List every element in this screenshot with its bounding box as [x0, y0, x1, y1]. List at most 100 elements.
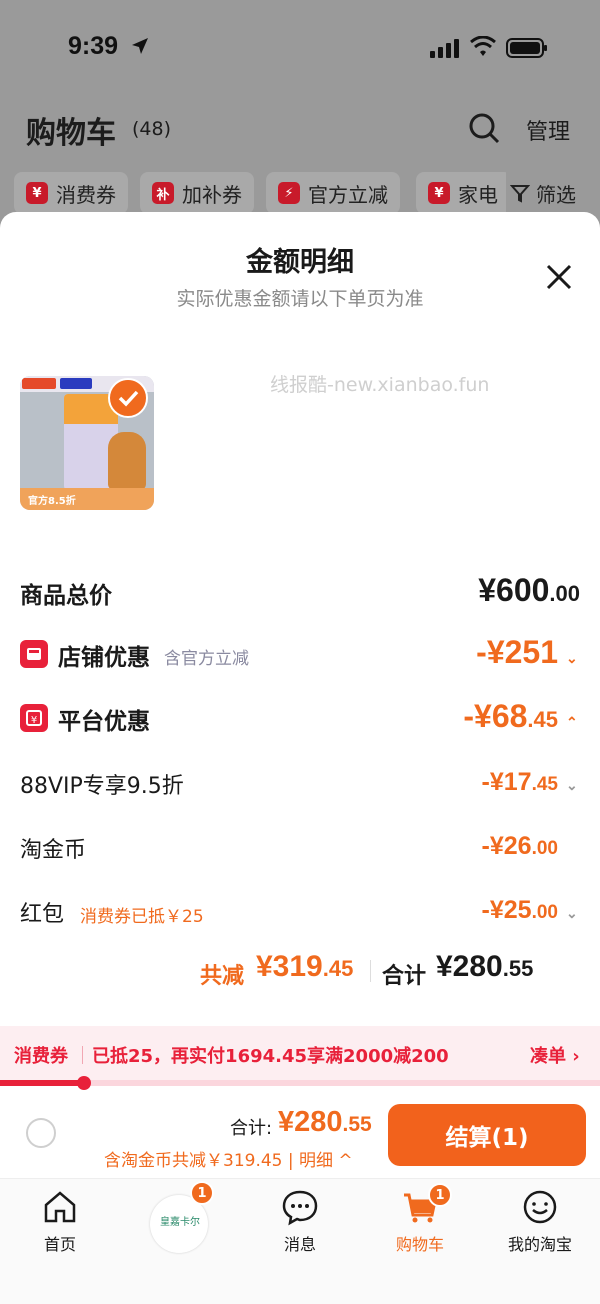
- tab-cart[interactable]: 购物车: [360, 1187, 480, 1257]
- amount-cents: .45: [322, 956, 354, 981]
- row-label: 平台优惠: [58, 709, 150, 735]
- row-88vip[interactable]: 88VIP专享9.5折 -¥17 .45 ⌄: [20, 764, 580, 804]
- watermark: 线报酷-new.xianbao.fun: [270, 374, 490, 396]
- coupon-icon: ¥: [26, 182, 48, 204]
- row-label: 店铺优惠: [58, 645, 150, 671]
- coupon-bar[interactable]: 消费券 已抵25，再实付1694.45享满2000减200 凑单 ›: [0, 1026, 600, 1082]
- filter-chip-official-discount[interactable]: ⚡ 官方立减: [266, 172, 400, 214]
- subsidy-icon: 补: [152, 182, 174, 204]
- page-title: 购物车: [26, 116, 116, 151]
- chip-label: 官方立减: [308, 182, 388, 207]
- tab-home[interactable]: 首页: [0, 1187, 120, 1257]
- tab-messages[interactable]: 消息: [240, 1187, 360, 1257]
- chevron-up-icon: ⌃: [566, 714, 578, 730]
- checkout-button[interactable]: 结算(1): [388, 1104, 586, 1166]
- tab-label: 首页: [43, 1235, 76, 1254]
- row-total-price: 商品总价 ¥600 .00: [20, 572, 580, 612]
- tab-my-taobao[interactable]: 我的淘宝: [480, 1187, 600, 1257]
- discount-detail-link[interactable]: 含淘金币共减￥319.45 | 明细 ^: [104, 1146, 353, 1171]
- add-items-link[interactable]: 凑单 ›: [530, 1042, 580, 1068]
- amount-main: -¥68: [463, 698, 528, 734]
- cart-badge: 1: [428, 1183, 452, 1207]
- chip-label: 消费券: [56, 182, 116, 207]
- coupon-progress-bar: [0, 1076, 600, 1090]
- status-time: 9:39: [68, 32, 119, 60]
- amount-main: ¥600: [478, 572, 550, 608]
- row-red-packet[interactable]: 红包 消费券已抵￥25 -¥25 .00 ⌄: [20, 892, 580, 932]
- selected-check-icon[interactable]: [108, 378, 148, 418]
- battery-icon: [506, 38, 547, 58]
- coupon-progress-knob: [77, 1076, 91, 1090]
- amount-cents: .55: [502, 956, 534, 981]
- funnel-icon: [510, 185, 530, 203]
- chip-label: 加补券: [182, 182, 242, 207]
- amount-main: ¥319: [256, 950, 323, 983]
- select-all-checkbox[interactable]: [26, 1118, 56, 1148]
- amount-cents: .00: [531, 838, 558, 859]
- filter-chip-consumer-coupon[interactable]: ¥ 消费券: [14, 172, 128, 214]
- thumb-discount-text: 官方8.5折: [28, 496, 76, 507]
- row-amount: -¥25 .00 ⌄: [482, 896, 580, 925]
- thumb-discount-strip: 官方8.5折: [20, 488, 154, 510]
- chip-label: 家电: [458, 182, 498, 207]
- signal-icon: [430, 39, 459, 58]
- filter-row: ¥ 消费券 补 加补券 ⚡ 官方立减 ¥ 家电 筛选: [0, 172, 600, 216]
- filter-chip-subsidy-coupon[interactable]: 补 加补券: [140, 172, 254, 214]
- total-save-amount: ¥319.45: [256, 950, 353, 984]
- tab-bar: 首页 皇嘉卡尔 1 消息 购物车 1 我的淘宝: [0, 1178, 600, 1304]
- sheet-title: 金额明细: [246, 247, 354, 278]
- lightning-icon: ⚡: [278, 182, 300, 204]
- total-sum-amount: ¥280.55: [436, 950, 533, 984]
- manage-button[interactable]: 管理: [526, 114, 570, 146]
- sheet-subtitle: 实际优惠金额请以下单页为准: [176, 288, 424, 310]
- amount-cents: .45: [527, 707, 558, 732]
- coupon-icon: ¥: [428, 182, 450, 204]
- search-icon[interactable]: [468, 112, 500, 144]
- row-taojinbi: 淘金币 -¥26 .00: [20, 828, 580, 868]
- filter-label: 筛选: [536, 182, 576, 207]
- coupon-text: 已抵25，再实付1694.45享满2000减200: [92, 1046, 449, 1067]
- sum-label: 合计:: [230, 1118, 273, 1139]
- filter-button[interactable]: 筛选: [506, 172, 576, 214]
- row-label: 淘金币: [20, 838, 87, 863]
- row-amount: -¥26 .00: [482, 832, 558, 861]
- row-amount: -¥68 .45 ⌃: [463, 698, 580, 735]
- amount-main: -¥25: [481, 896, 532, 924]
- tab-label: 我的淘宝: [507, 1235, 572, 1254]
- cat-image: [108, 432, 146, 490]
- row-note: 消费券已抵￥25: [80, 907, 204, 927]
- sum-amount: ¥280.55: [278, 1106, 372, 1139]
- amount-main: -¥251: [476, 634, 558, 670]
- totals-line: 共减 ¥319.45 合计 ¥280.55: [0, 950, 600, 990]
- amount-cents: .00: [549, 581, 580, 606]
- row-label: 红包: [20, 902, 65, 927]
- store-icon: [20, 640, 48, 668]
- close-icon[interactable]: [544, 262, 574, 292]
- wifi-icon: [470, 36, 496, 56]
- cart-count: (48): [132, 118, 172, 140]
- row-store-discount[interactable]: 店铺优惠 含官方立减 -¥251 ⌄: [20, 634, 580, 674]
- amount-main: ¥280: [278, 1106, 343, 1138]
- amount-detail-sheet: 金额明细 实际优惠金额请以下单页为准 线报酷-new.xianbao.fun 官…: [0, 212, 600, 1304]
- chevron-down-icon: ⌄: [566, 905, 578, 921]
- row-note: 含官方立减: [164, 649, 249, 669]
- divider: [370, 960, 371, 982]
- row-amount: ¥600 .00: [478, 572, 580, 609]
- row-label: 88VIP专享9.5折: [20, 774, 184, 799]
- filter-chip-appliance[interactable]: ¥ 家电: [416, 172, 512, 214]
- amount-main: -¥26: [481, 832, 532, 860]
- row-amount: -¥251 ⌄: [476, 634, 580, 671]
- coupon-progress-fill: [0, 1080, 84, 1086]
- profile-icon: [523, 1190, 557, 1224]
- row-platform-discount[interactable]: ¥ 平台优惠 -¥68 .45 ⌃: [20, 698, 580, 738]
- location-arrow-icon: [132, 38, 148, 54]
- chevron-down-icon: ⌄: [566, 777, 578, 793]
- checkout-bar: 合计: ¥280.55 含淘金币共减￥319.45 | 明细 ^ 结算(1): [0, 1090, 600, 1178]
- home-icon: [44, 1191, 76, 1223]
- tab-label: 消息: [283, 1235, 316, 1254]
- thumb-tag: [22, 378, 56, 389]
- total-sum-label: 合计: [382, 964, 427, 989]
- platform-coupon-icon: ¥: [20, 704, 48, 732]
- svg-text:¥: ¥: [31, 715, 37, 726]
- thumb-tag: [60, 378, 92, 389]
